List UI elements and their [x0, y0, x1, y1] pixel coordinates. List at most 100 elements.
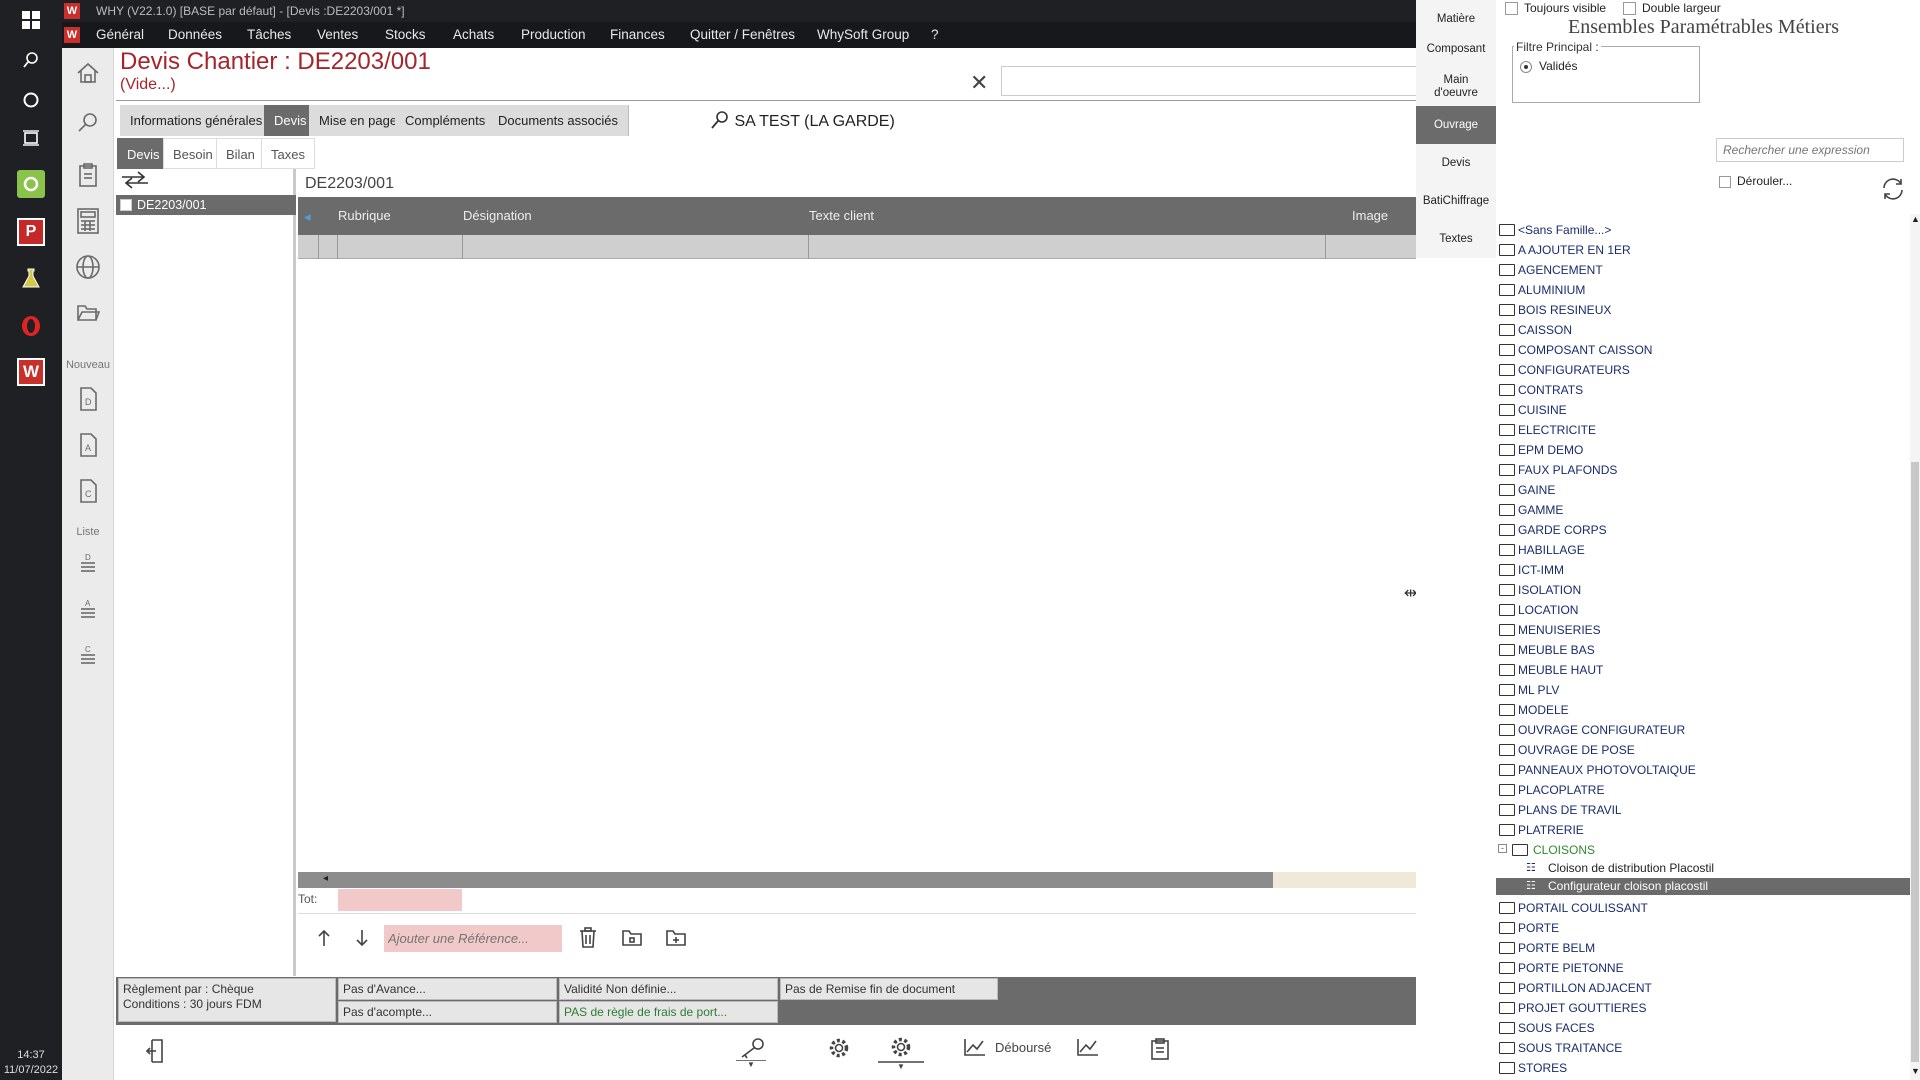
- menu-general[interactable]: Général: [96, 22, 144, 48]
- add-folder-icon[interactable]: [662, 924, 690, 952]
- family-item[interactable]: ALUMINIUM: [1496, 280, 1910, 300]
- folder-icon[interactable]: [618, 924, 646, 952]
- frais-port-cell[interactable]: PAS de règle de frais de port...: [559, 1001, 778, 1023]
- vertical-scrollbar[interactable]: ▲ ▼: [1910, 214, 1920, 1080]
- validite-cell[interactable]: Validité Non définie...: [559, 978, 778, 1000]
- family-item[interactable]: MEUBLE HAUT: [1496, 660, 1910, 680]
- page-subtitle[interactable]: (Vide...): [120, 76, 176, 94]
- analysis-chart-icon[interactable]: [1076, 1037, 1100, 1057]
- family-item[interactable]: EPM DEMO: [1496, 440, 1910, 460]
- double-largeur-option[interactable]: Double largeur: [1623, 1, 1721, 16]
- debourse-button[interactable]: Déboursé: [963, 1037, 1051, 1057]
- scroll-left-icon[interactable]: ◂: [323, 873, 328, 884]
- reglement-cell[interactable]: Règlement par : Chèque Conditions : 30 j…: [118, 978, 336, 1022]
- derouler-option[interactable]: Dérouler...: [1719, 174, 1792, 188]
- family-item[interactable]: MEUBLE BAS: [1496, 640, 1910, 660]
- family-item[interactable]: PROJET GOUTTIERES: [1496, 998, 1910, 1018]
- vtab-devis[interactable]: Devis: [1416, 144, 1496, 182]
- ouvrage-item-selected[interactable]: ☷ Configurateur cloison placostil: [1496, 878, 1910, 895]
- expand-collapse-icon[interactable]: [120, 171, 150, 192]
- col-texte-client[interactable]: Texte client: [809, 208, 874, 223]
- calculator-icon[interactable]: [74, 206, 102, 236]
- search-icon[interactable]: [17, 46, 45, 74]
- menu-production[interactable]: Production: [521, 22, 586, 48]
- family-item[interactable]: PLACOPLATRE: [1496, 780, 1910, 800]
- subtab-taxes[interactable]: Taxes: [261, 138, 315, 169]
- search-icon[interactable]: [74, 108, 102, 138]
- header-search-box[interactable]: [1001, 66, 1416, 96]
- green-app-icon[interactable]: [17, 170, 45, 198]
- col-image[interactable]: Image: [1352, 208, 1388, 223]
- add-reference-input[interactable]: [384, 925, 562, 952]
- tab-mise-en-page[interactable]: Mise en page: [309, 105, 409, 136]
- exit-door-icon[interactable]: [144, 1037, 166, 1065]
- acompte-cell[interactable]: Pas d'acompte...: [338, 1001, 557, 1023]
- family-item[interactable]: ICT-IMM: [1496, 560, 1910, 580]
- filter-valides-radio[interactable]: [1520, 61, 1532, 73]
- family-item[interactable]: A AJOUTER EN 1ER: [1496, 240, 1910, 260]
- folder-open-icon[interactable]: [74, 298, 102, 328]
- flask-icon[interactable]: [17, 264, 45, 292]
- family-item[interactable]: SOUS FACES: [1496, 1018, 1910, 1038]
- vtab-batichiffrage[interactable]: BatiChiffrage: [1416, 182, 1496, 220]
- subtab-bilan[interactable]: Bilan: [216, 138, 265, 169]
- tab-documents-associes[interactable]: Documents associés: [488, 105, 629, 136]
- ouvrage-item[interactable]: ☷ Cloison de distribution Placostil: [1496, 860, 1910, 877]
- menu-stocks[interactable]: Stocks: [385, 22, 426, 48]
- family-item[interactable]: AGENCEMENT: [1496, 260, 1910, 280]
- family-item[interactable]: PORTE BELM: [1496, 938, 1910, 958]
- family-item[interactable]: MODELE: [1496, 700, 1910, 720]
- subtab-besoin[interactable]: Besoin: [163, 138, 223, 169]
- clipboard-report-icon[interactable]: [1150, 1037, 1170, 1061]
- windows-start-icon[interactable]: [17, 6, 45, 34]
- move-up-icon[interactable]: [310, 924, 338, 952]
- settings-menu-icon[interactable]: ▼: [878, 1037, 924, 1071]
- toujours-visible-option[interactable]: Toujours visible: [1505, 1, 1606, 16]
- family-item[interactable]: COMPOSANT CAISSON: [1496, 340, 1910, 360]
- family-item[interactable]: OUVRAGE CONFIGURATEUR: [1496, 720, 1910, 740]
- powerpoint-icon[interactable]: P: [17, 218, 45, 246]
- vtab-ouvrage[interactable]: Ouvrage: [1416, 106, 1496, 144]
- subtab-devis[interactable]: Devis: [117, 138, 170, 169]
- filter-valides-label[interactable]: Validés: [1539, 59, 1577, 73]
- menu-donnees[interactable]: Données: [168, 22, 222, 48]
- vtab-main-oeuvre[interactable]: Main d'oeuvre: [1416, 68, 1496, 106]
- family-item[interactable]: MENUISERIES: [1496, 620, 1910, 640]
- opera-icon[interactable]: [17, 312, 45, 340]
- task-view-icon[interactable]: [17, 124, 45, 152]
- menu-finances[interactable]: Finances: [610, 22, 665, 48]
- new-devis-icon[interactable]: D: [74, 384, 102, 414]
- family-item[interactable]: PORTILLON ADJACENT: [1496, 978, 1910, 998]
- menu-achats[interactable]: Achats: [453, 22, 494, 48]
- tree-item-selected[interactable]: DE2203/001: [116, 195, 296, 215]
- family-item[interactable]: BOIS RESINEUX: [1496, 300, 1910, 320]
- list-achats-icon[interactable]: A: [74, 594, 102, 624]
- close-icon[interactable]: ✕: [970, 70, 988, 96]
- col-rubrique[interactable]: Rubrique: [338, 208, 391, 223]
- scroll-up-icon[interactable]: ▲: [1911, 214, 1920, 224]
- family-item-expanded[interactable]: - CLOISONS: [1496, 840, 1910, 860]
- collapse-minus-icon[interactable]: -: [1498, 844, 1507, 853]
- family-item[interactable]: HABILLAGE: [1496, 540, 1910, 560]
- app-menu-icon[interactable]: W: [64, 27, 80, 43]
- tree-item-checkbox[interactable]: [120, 199, 132, 211]
- family-item[interactable]: GAMME: [1496, 500, 1910, 520]
- settings-gear-icon[interactable]: [828, 1037, 850, 1059]
- family-item[interactable]: OUVRAGE DE POSE: [1496, 740, 1910, 760]
- delete-trash-icon[interactable]: [574, 924, 602, 952]
- family-item[interactable]: FAUX PLAFONDS: [1496, 460, 1910, 480]
- remise-cell[interactable]: Pas de Remise fin de document: [780, 978, 998, 1000]
- refresh-icon[interactable]: [1880, 176, 1906, 205]
- menu-whysoft-group[interactable]: WhySoft Group: [817, 22, 909, 48]
- cortana-icon[interactable]: [17, 86, 45, 114]
- new-achat-icon[interactable]: A: [74, 430, 102, 460]
- vtab-textes[interactable]: Textes: [1416, 220, 1496, 258]
- family-item[interactable]: ELECTRICITE: [1496, 420, 1910, 440]
- tab-informations-generales[interactable]: Informations générales: [120, 105, 274, 136]
- list-commandes-icon[interactable]: C: [74, 640, 102, 670]
- family-item[interactable]: PORTE: [1496, 918, 1910, 938]
- family-item[interactable]: PLANS DE TRAVIL: [1496, 800, 1910, 820]
- menu-help[interactable]: ?: [931, 22, 939, 48]
- scroll-down-icon[interactable]: ▼: [1911, 1066, 1920, 1076]
- family-item[interactable]: PLATRERIE: [1496, 820, 1910, 840]
